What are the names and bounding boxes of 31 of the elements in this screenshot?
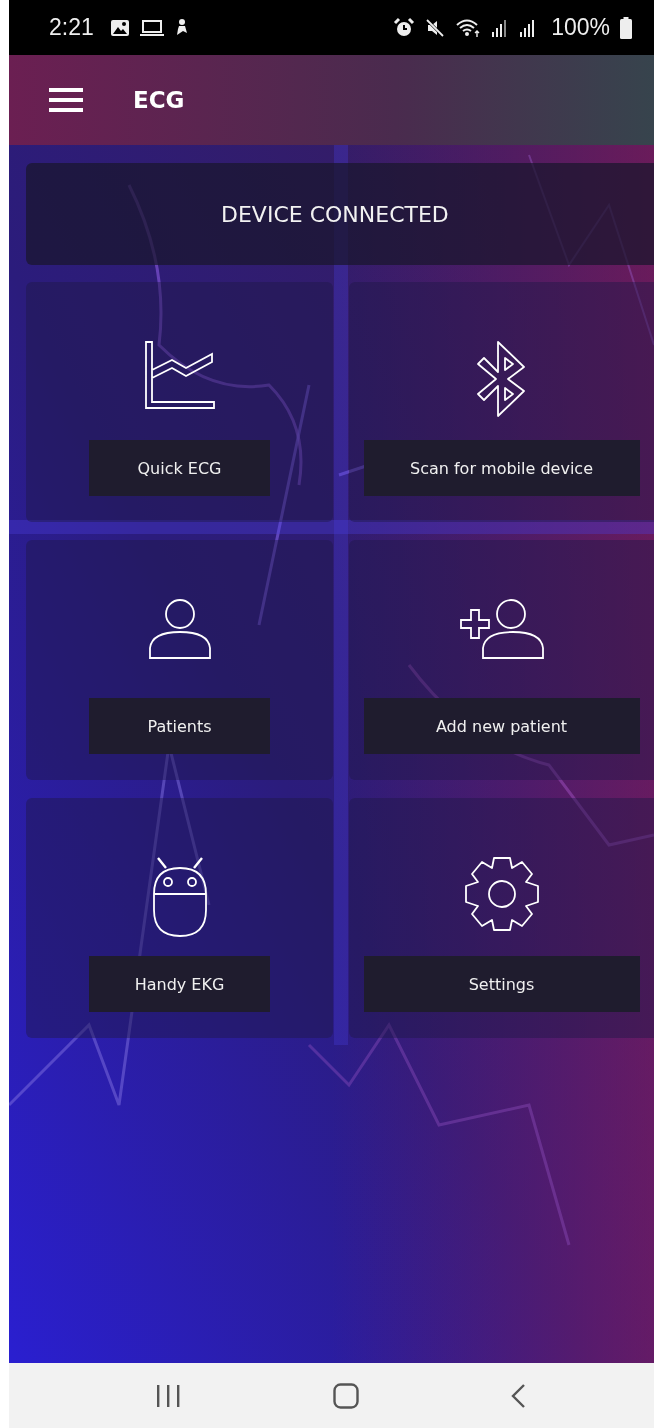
tile-card[interactable]: Settings xyxy=(349,798,654,1038)
tile-card[interactable]: Patients xyxy=(26,540,333,780)
tile-label: Settings xyxy=(363,956,640,1012)
bluetooth-icon xyxy=(475,340,528,418)
tile-label: Handy EKG xyxy=(89,956,270,1012)
tile-label: Scan for mobile device xyxy=(363,440,640,496)
settings-icon xyxy=(463,856,540,932)
back-icon[interactable] xyxy=(510,1382,526,1409)
battery-icon xyxy=(620,16,632,39)
tile-label: Add new patient xyxy=(363,698,640,754)
connection-status: DEVICE CONNECTED xyxy=(221,201,449,227)
laptop-icon xyxy=(139,18,164,37)
status-time: 2:21 xyxy=(49,14,94,41)
mute-icon xyxy=(425,17,446,38)
battery-level: 100% xyxy=(551,14,610,41)
alarm-icon xyxy=(393,16,416,39)
tile-card[interactable]: Add new patient xyxy=(349,540,654,780)
home-icon[interactable] xyxy=(332,1382,359,1409)
tile-card[interactable]: Scan for mobile device xyxy=(349,282,654,522)
image-icon xyxy=(109,18,130,37)
tile-card[interactable]: Quick ECG xyxy=(26,282,333,522)
chart-icon xyxy=(143,340,216,410)
menu-icon[interactable] xyxy=(49,88,83,112)
person-icon xyxy=(147,598,212,660)
robot-icon xyxy=(151,856,208,938)
tile-card[interactable]: Handy EKG xyxy=(26,798,333,1038)
tile-label: Patients xyxy=(89,698,270,754)
app-title: ECG xyxy=(133,87,185,113)
tile-label: Quick ECG xyxy=(89,440,270,496)
recent-apps-icon[interactable] xyxy=(155,1383,181,1408)
add-person-icon xyxy=(458,598,545,660)
